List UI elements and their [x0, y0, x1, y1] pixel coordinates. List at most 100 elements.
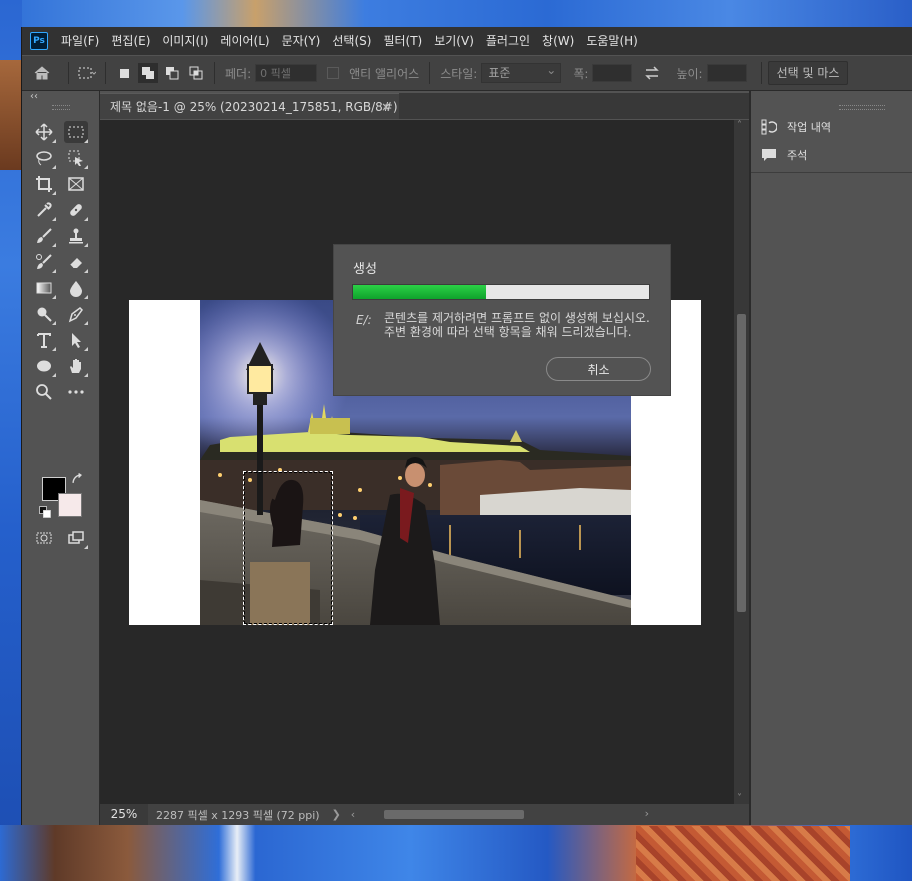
selection-mode-new[interactable]	[114, 63, 134, 83]
generate-progress-bar	[352, 284, 650, 300]
flyout-indicator	[52, 217, 56, 221]
zoom-tool[interactable]	[32, 381, 56, 403]
edit-toolbar-button[interactable]	[64, 381, 88, 403]
lasso-tool[interactable]	[32, 147, 56, 169]
select-and-mask-button[interactable]: 선택 및 마스	[767, 61, 849, 85]
menu-file[interactable]: 파일(F)	[55, 27, 105, 55]
swap-colors-button[interactable]	[70, 472, 84, 486]
scroll-right-icon[interactable]: ›	[645, 807, 649, 820]
collapse-toolbar-button[interactable]: ‹‹	[30, 91, 38, 102]
brush-icon	[37, 228, 52, 243]
new-selection-icon	[119, 68, 129, 78]
default-colors-button[interactable]	[38, 505, 52, 519]
flyout-indicator	[52, 191, 56, 195]
selection-mode-subtract[interactable]	[162, 63, 182, 83]
hand-tool[interactable]	[64, 355, 88, 377]
tip-icon: E/:	[356, 313, 372, 327]
progress-fill	[353, 285, 487, 299]
options-separator	[68, 62, 69, 84]
flyout-indicator	[52, 243, 56, 247]
menu-help[interactable]: 도움말(H)	[580, 27, 644, 55]
dodge-tool[interactable]	[32, 303, 56, 325]
vertical-scrollbar[interactable]: ˄ ˅	[734, 120, 749, 804]
frame-tool[interactable]	[64, 173, 88, 195]
menu-edit[interactable]: 편집(E)	[105, 27, 156, 55]
background-color-swatch[interactable]	[58, 493, 82, 517]
width-input[interactable]	[592, 64, 633, 82]
flyout-indicator	[84, 269, 88, 273]
rectangular-marquee-tool[interactable]	[64, 121, 88, 143]
frame-icon	[68, 177, 84, 191]
object-selection-tool[interactable]	[64, 147, 88, 169]
quick-mask-button[interactable]	[32, 527, 56, 549]
menu-view[interactable]: 보기(V)	[428, 27, 480, 55]
history-icon	[761, 119, 777, 135]
menu-select[interactable]: 선택(S)	[326, 27, 377, 55]
bandage-icon	[70, 204, 82, 216]
menu-window[interactable]: 창(W)	[536, 27, 580, 55]
style-select[interactable]: 표준	[481, 61, 562, 83]
panel-divider-line	[751, 172, 912, 173]
flyout-indicator	[84, 545, 88, 549]
path-selection-tool[interactable]	[64, 329, 88, 351]
options-separator	[214, 62, 215, 84]
gradient-tool[interactable]	[32, 277, 56, 299]
ellipse-tool[interactable]	[32, 355, 56, 377]
swap-width-height-button[interactable]	[642, 63, 662, 83]
options-bar: 페더: 0 픽셀 앤티 앨리어스 스타일: 표준 폭: 높이: 선택 및 마스	[22, 56, 912, 91]
spot-healing-brush-tool[interactable]	[64, 199, 88, 221]
panel-grip[interactable]	[839, 105, 885, 110]
home-button[interactable]	[22, 64, 62, 82]
brush-tool[interactable]	[32, 225, 56, 247]
clone-stamp-tool[interactable]	[64, 225, 88, 247]
flyout-indicator	[84, 373, 88, 377]
horizontal-scrollbar[interactable]: ›	[264, 807, 649, 821]
zoom-level[interactable]: 25%	[100, 804, 148, 825]
blur-tool[interactable]	[64, 277, 88, 299]
marquee-selection[interactable]	[243, 471, 333, 625]
canvas-area[interactable]: 생성 E/: 콘텐츠를 제거하려면 프롬프트 없이 생성해 보십시오. 주변 환…	[100, 120, 734, 804]
flyout-indicator	[52, 139, 56, 143]
feather-input[interactable]: 0 픽셀	[255, 64, 318, 82]
move-tool[interactable]	[32, 121, 56, 143]
photoshop-logo-icon[interactable]: Ps	[30, 32, 48, 50]
pen-icon	[68, 307, 83, 323]
panel-notes[interactable]: 주석	[761, 147, 807, 163]
history-brush-tool[interactable]	[32, 251, 56, 273]
selection-mode-intersect[interactable]	[186, 63, 206, 83]
panel-notes-label: 주석	[787, 149, 808, 162]
scroll-up-icon[interactable]: ˄	[737, 120, 742, 131]
tool-preset-picker[interactable]	[77, 63, 97, 83]
horizontal-scroll-thumb[interactable]	[384, 810, 524, 819]
type-tool[interactable]	[32, 329, 56, 351]
antialias-checkbox[interactable]	[327, 67, 340, 79]
selection-mode-add[interactable]	[138, 63, 158, 83]
menu-plugins[interactable]: 플러그인	[480, 27, 536, 55]
flyout-indicator	[84, 321, 88, 325]
menu-filter[interactable]: 필터(T)	[377, 27, 428, 55]
height-input[interactable]	[706, 64, 747, 82]
menu-image[interactable]: 이미지(I)	[156, 27, 214, 55]
menu-layer[interactable]: 레이어(L)	[214, 27, 275, 55]
document-tab[interactable]: 제목 없음-1 @ 25% (20230214_175851, RGB/8#) …	[100, 93, 407, 120]
flyout-indicator	[52, 269, 56, 273]
pen-tool[interactable]	[64, 303, 88, 325]
swap-colors-icon	[72, 472, 82, 483]
screen-mode-button[interactable]	[64, 527, 88, 549]
document-tab-title: 제목 없음-1 @ 25% (20230214_175851, RGB/8#) …	[110, 100, 408, 114]
cancel-button[interactable]: 취소	[546, 357, 651, 381]
crop-tool[interactable]	[32, 173, 56, 195]
scroll-down-icon[interactable]: ˅	[737, 793, 742, 804]
flyout-indicator	[52, 321, 56, 325]
history-brush-icon	[36, 254, 52, 269]
vertical-scroll-thumb[interactable]	[737, 314, 746, 612]
eyedropper-tool[interactable]	[32, 199, 56, 221]
eraser-tool[interactable]	[64, 251, 88, 273]
hand-icon	[70, 359, 81, 373]
toolbar-grip[interactable]	[52, 105, 70, 110]
panel-history[interactable]: 작업 내역	[761, 119, 831, 135]
menu-type[interactable]: 문자(Y)	[276, 27, 327, 55]
flyout-indicator	[52, 165, 56, 169]
arrow-cursor-icon	[72, 333, 81, 348]
close-tab-icon[interactable]: ×	[381, 94, 391, 120]
